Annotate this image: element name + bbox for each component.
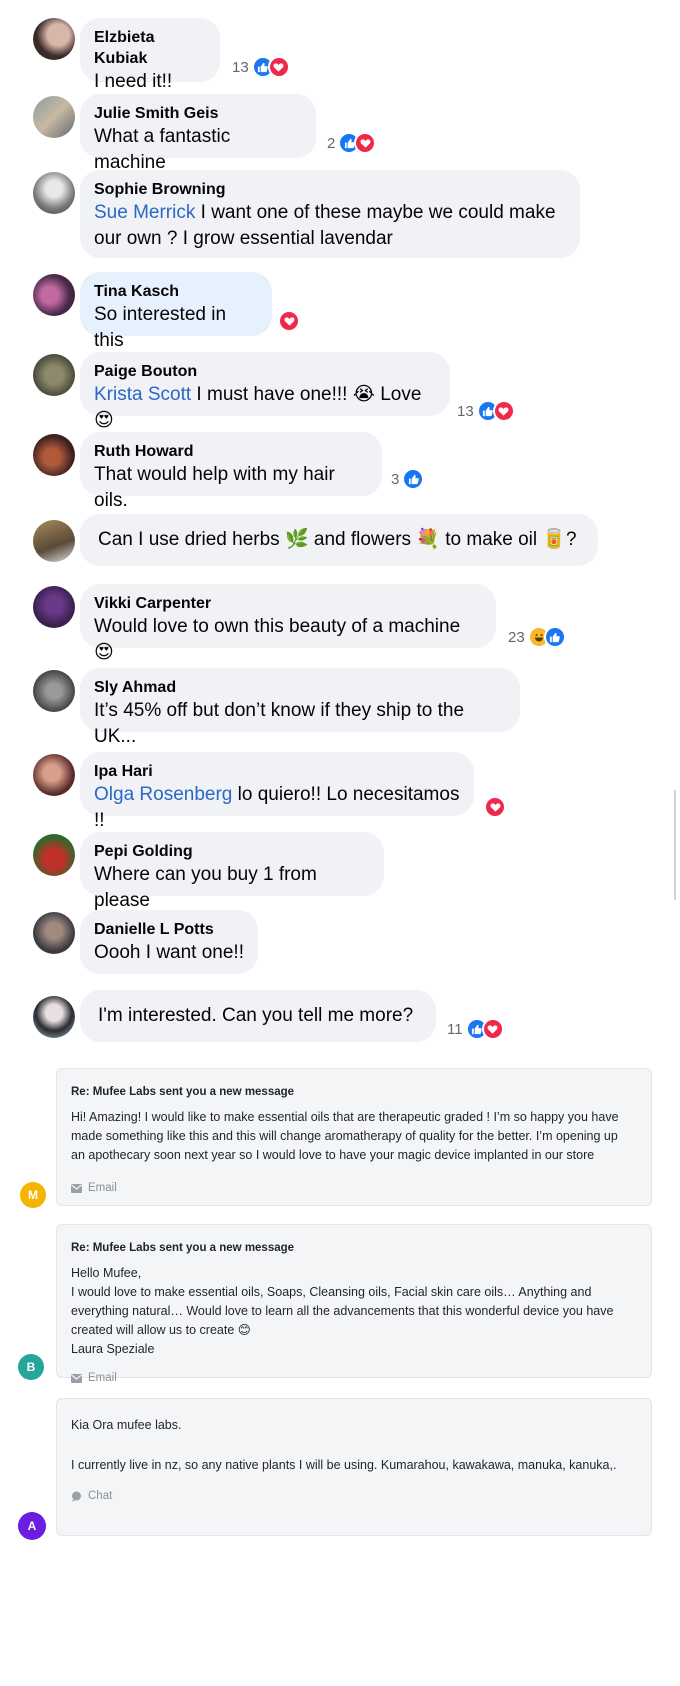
comment-author[interactable]: Ruth Howard: [94, 441, 368, 462]
sender-initial: B: [26, 1360, 36, 1374]
sender-avatar: A: [18, 1512, 46, 1540]
reaction-count: 11: [447, 1020, 463, 1038]
comment-author[interactable]: Elzbieta Kubiak: [94, 27, 206, 69]
comment-author[interactable]: Paige Bouton: [94, 361, 436, 382]
message-card[interactable]: Re: Mufee Labs sent you a new message He…: [56, 1224, 652, 1384]
love-icon: [484, 796, 506, 818]
comment-text: I need it!!: [94, 71, 173, 92]
comment-text: Sue Merrick I want one of these maybe we…: [94, 200, 566, 252]
reaction-summary[interactable]: 13: [232, 56, 290, 78]
avatar[interactable]: [33, 18, 75, 60]
comment-bubble: Pepi Golding Where can you buy 1 from pl…: [80, 832, 384, 911]
mention-link[interactable]: Krista Scott: [94, 384, 191, 405]
message-source: Chat: [71, 1487, 635, 1506]
comment-author[interactable]: Pepi Golding: [94, 841, 370, 862]
love-icon: [278, 310, 300, 332]
comment-text: Would love to own this beauty of a machi…: [94, 616, 461, 663]
message-source-label: Email: [88, 1372, 117, 1384]
reaction-summary[interactable]: 13: [457, 400, 515, 422]
avatar[interactable]: [33, 274, 75, 316]
mail-icon: [71, 1374, 82, 1383]
mention-link[interactable]: Olga Rosenberg: [94, 784, 232, 805]
comment-bubble: I'm interested. Can you tell me more?: [80, 990, 436, 1042]
avatar[interactable]: [33, 354, 75, 396]
comment-bubble: Tina Kasch So interested in this: [80, 272, 272, 351]
reaction-count: 3: [391, 470, 400, 488]
comment-text: Can I use dried herbs 🌿 and flowers 💐 to…: [98, 529, 577, 550]
reaction-count: 2: [327, 134, 336, 152]
comment-text: Where can you buy 1 from please: [94, 864, 317, 911]
comment-bubble: Vikki Carpenter Would love to own this b…: [80, 584, 496, 663]
message-subject: Re: Mufee Labs sent you a new message: [71, 1086, 295, 1098]
reaction-summary[interactable]: [278, 310, 300, 332]
sender-initial: A: [27, 1519, 37, 1533]
reaction-summary[interactable]: [484, 796, 506, 818]
sender-avatar: M: [20, 1182, 46, 1208]
comment-bubble: Julie Smith Geis What a fantastic machin…: [80, 94, 316, 173]
comment-bubble: Sophie Browning Sue Merrick I want one o…: [80, 170, 580, 258]
comment-text: Oooh I want one!!: [94, 942, 244, 963]
comment-text: It’s 45% off but don’t know if they ship…: [94, 700, 465, 747]
comment-text: So interested in this: [94, 304, 227, 351]
avatar[interactable]: [33, 996, 75, 1038]
avatar[interactable]: [33, 520, 75, 562]
comment-bubble: Ruth Howard That would help with my hair…: [80, 432, 382, 511]
chat-icon: [72, 1491, 81, 1502]
like-icon: [402, 468, 425, 490]
message-source-label: Email: [88, 1182, 117, 1194]
message-source: Email: [71, 1179, 635, 1198]
comment-text: What a fantastic machine: [94, 126, 231, 173]
comment-author[interactable]: Sly Ahmad: [94, 677, 506, 698]
comment-bubble: Sly Ahmad It’s 45% off but don’t know if…: [80, 668, 520, 747]
comment-text: Olga Rosenberg lo quiero!! Lo necesitamo…: [94, 782, 460, 834]
reaction-summary[interactable]: 3: [391, 468, 425, 490]
comment-author[interactable]: Sophie Browning: [94, 179, 566, 200]
love-icon: [354, 132, 377, 154]
scrollbar-thumb[interactable]: [674, 790, 676, 900]
like-icon: [543, 626, 566, 648]
comment-text: Krista Scott I must have one!!! 😭 Love 😍: [94, 382, 436, 434]
message-body: Kia Ora mufee labs. I currently live in …: [71, 1418, 617, 1472]
message-source: Email: [71, 1369, 635, 1388]
comment-bubble: Can I use dried herbs 🌿 and flowers 💐 to…: [80, 514, 598, 566]
avatar[interactable]: [33, 96, 75, 138]
avatar[interactable]: [33, 670, 75, 712]
reaction-count: 13: [457, 402, 474, 420]
comment-bubble: Paige Bouton Krista Scott I must have on…: [80, 352, 450, 431]
sender-initial: M: [28, 1188, 38, 1202]
avatar[interactable]: [33, 754, 75, 796]
message-body: Hello Mufee, I would love to make essent…: [71, 1266, 614, 1356]
message-card[interactable]: Re: Mufee Labs sent you a new message Hi…: [56, 1068, 652, 1206]
avatar[interactable]: [33, 172, 75, 214]
mention-link[interactable]: Sue Merrick: [94, 202, 195, 223]
avatar[interactable]: [33, 434, 75, 476]
mail-icon: [71, 1184, 82, 1193]
reaction-summary[interactable]: 23: [508, 626, 566, 648]
love-icon: [267, 56, 290, 78]
love-icon: [492, 400, 515, 422]
avatar[interactable]: [33, 834, 75, 876]
sender-avatar: B: [18, 1354, 44, 1380]
avatar[interactable]: [33, 586, 75, 628]
reaction-summary[interactable]: 2: [327, 132, 377, 154]
comment-bubble: Elzbieta Kubiak I need it!!: [80, 18, 220, 92]
message-source-label: Chat: [88, 1490, 113, 1502]
comment-author[interactable]: Julie Smith Geis: [94, 103, 302, 124]
reaction-count: 13: [232, 58, 249, 76]
love-icon: [481, 1018, 504, 1040]
comment-bubble: Ipa Hari Olga Rosenberg lo quiero!! Lo n…: [80, 752, 474, 831]
comment-author[interactable]: Vikki Carpenter: [94, 593, 482, 614]
message-card[interactable]: Kia Ora mufee labs. I currently live in …: [56, 1398, 652, 1536]
comment-text: That would help with my hair oils.: [94, 464, 335, 511]
avatar[interactable]: [33, 912, 75, 954]
message-body: Hi! Amazing! I would like to make essent…: [71, 1110, 619, 1162]
comment-author[interactable]: Ipa Hari: [94, 761, 460, 782]
comment-author[interactable]: Tina Kasch: [94, 281, 258, 302]
reaction-count: 23: [508, 628, 525, 646]
reaction-summary[interactable]: 11: [447, 1018, 504, 1040]
message-subject: Re: Mufee Labs sent you a new message: [71, 1242, 295, 1254]
comment-bubble: Danielle L Potts Oooh I want one!!: [80, 910, 258, 974]
comment-author[interactable]: Danielle L Potts: [94, 919, 244, 940]
comment-text: I'm interested. Can you tell me more?: [98, 1005, 414, 1026]
